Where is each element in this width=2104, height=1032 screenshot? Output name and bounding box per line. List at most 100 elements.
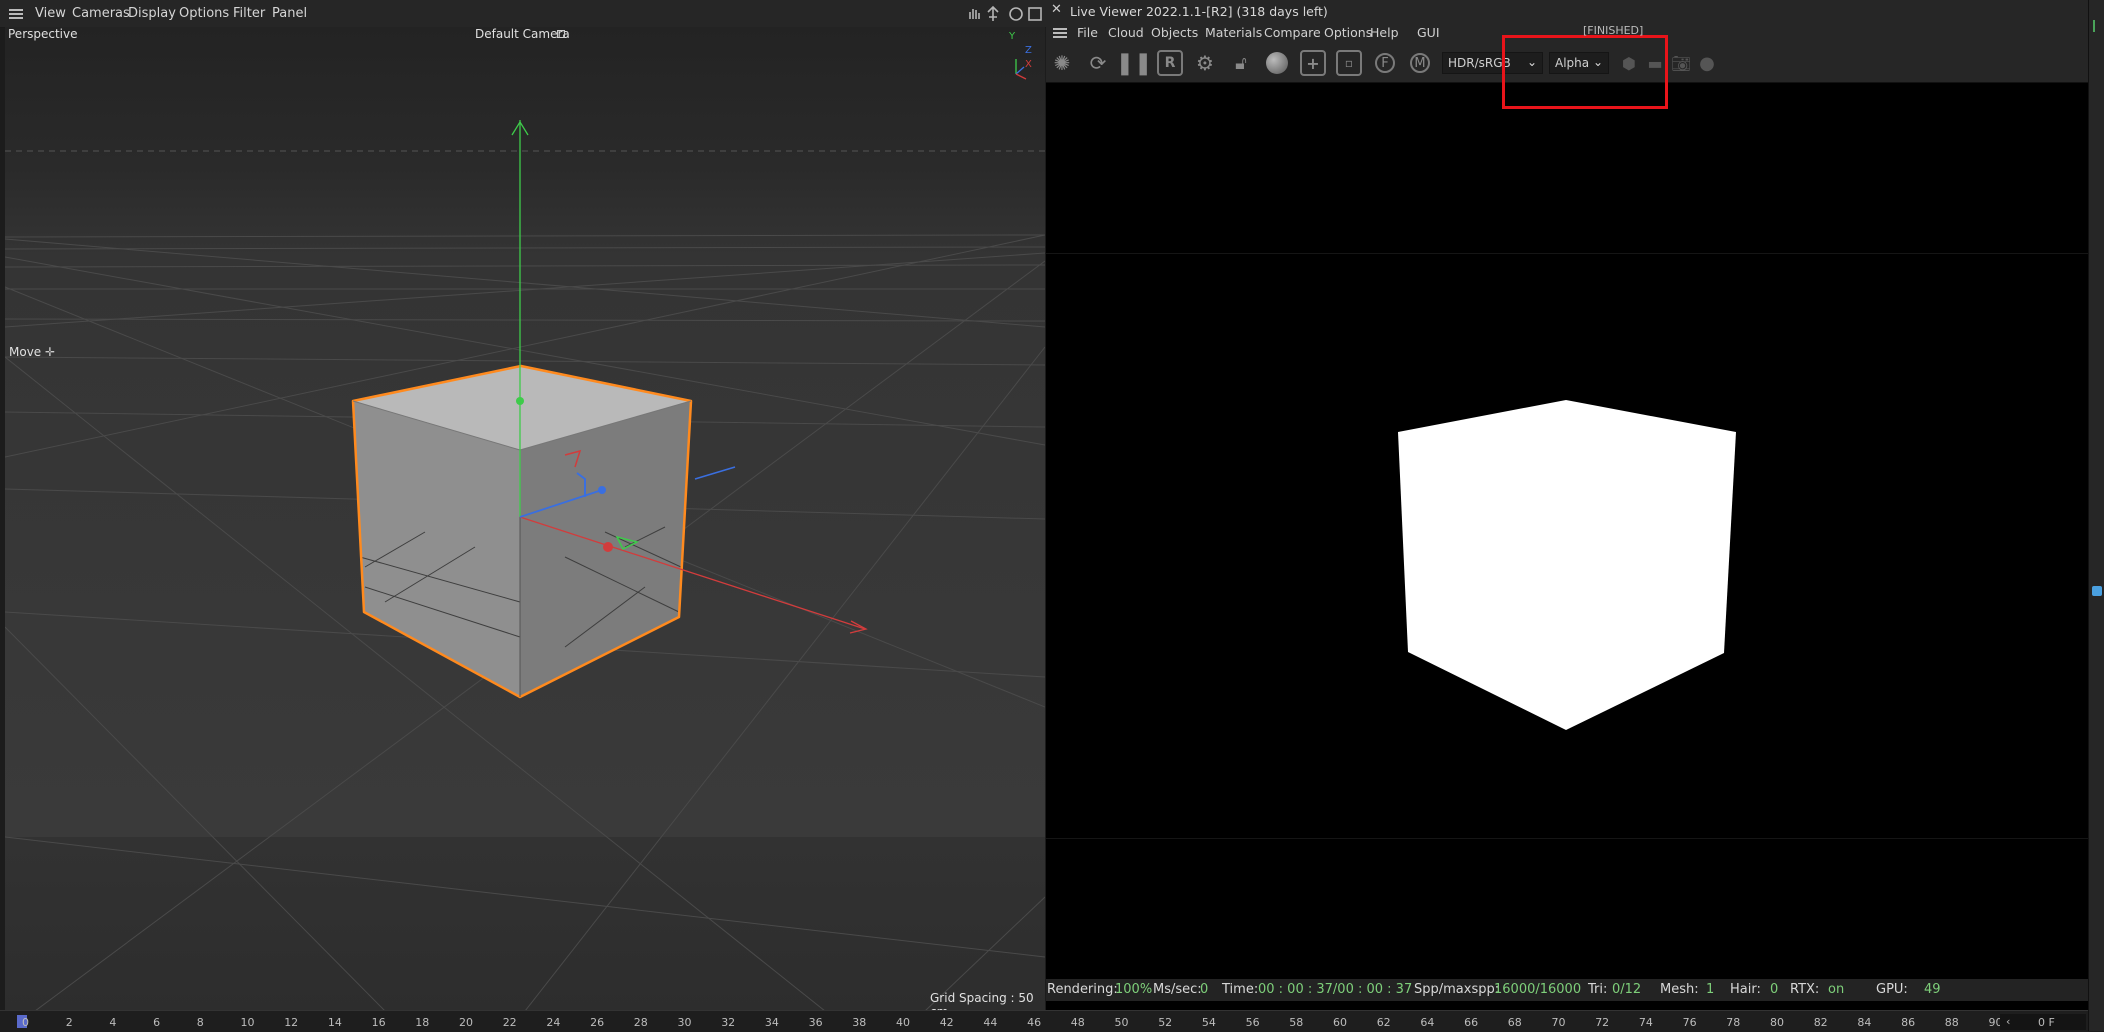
perspective-viewport[interactable]: Perspective Default Camera Y Z X Move ✛ …	[5, 27, 1045, 1011]
timeline-tick-label: 44	[983, 1016, 998, 1029]
material-picker-icon[interactable]: M	[1407, 50, 1433, 76]
rtx-label: RTX:	[1790, 982, 1820, 997]
record-icon[interactable]: ●	[1694, 50, 1720, 76]
render-canvas[interactable]	[1046, 83, 2088, 979]
timeline-tick-label: 26	[590, 1016, 605, 1029]
region-icon[interactable]: ▫	[1336, 50, 1362, 76]
menu-options[interactable]: Options	[1324, 25, 1372, 40]
viewport-menubar: View Cameras Display Options Filter Pane…	[0, 0, 1046, 28]
tri-value: 0/12	[1612, 982, 1642, 997]
timeline-tick-label: 32	[721, 1016, 736, 1029]
camera-icon[interactable]: 📷︎	[1668, 50, 1694, 76]
timeline-tick-label: 38	[852, 1016, 867, 1029]
panel-tab-icon[interactable]	[2093, 20, 2104, 32]
timeline-tick-label: 74	[1638, 1016, 1653, 1029]
timeline-tick-label: 58	[1289, 1016, 1304, 1029]
hair-label: Hair:	[1730, 982, 1761, 997]
menu-display[interactable]: Display	[128, 6, 176, 21]
spp-label: Spp/maxspp:	[1414, 982, 1500, 997]
timeline-tick-label: 82	[1813, 1016, 1828, 1029]
axis-x-label: X	[1025, 59, 1032, 70]
focus-picker-icon[interactable]: F	[1372, 50, 1398, 76]
timeline-tick-label: 42	[939, 1016, 954, 1029]
timeline-tick-label: 18	[415, 1016, 430, 1029]
hamburger-menu-icon[interactable]	[9, 9, 23, 11]
live-viewer-panel: ✕ Live Viewer 2022.1.1-[R2] (318 days le…	[1046, 0, 2088, 1031]
live-viewer-title: Live Viewer 2022.1.1-[R2] (318 days left…	[1070, 4, 1328, 19]
rendering-value: 100%	[1115, 982, 1153, 997]
timeline-tick-label: 20	[459, 1016, 473, 1029]
timeline-tick-label: 68	[1507, 1016, 1522, 1029]
gpu-label: GPU:	[1876, 982, 1908, 997]
tri-label: Tri:	[1588, 982, 1608, 997]
render-region-icon[interactable]: R	[1157, 50, 1183, 76]
lock-icon[interactable]: 🔓︎	[1228, 50, 1254, 76]
attribute-panel-edge[interactable]	[2088, 0, 2104, 1031]
move-tool-icon: ✛	[45, 345, 56, 359]
current-frame-field[interactable]: ‹ 0 F	[2000, 1014, 2086, 1030]
ms-value: 0	[1200, 982, 1209, 997]
rendering-label: Rendering:	[1047, 982, 1118, 997]
timeline-tick-label: 4	[109, 1016, 117, 1029]
gpu-value: 49	[1924, 982, 1941, 997]
maximize-view-icon	[1028, 7, 1042, 21]
timeline-tick-label: 40	[896, 1016, 910, 1029]
timeline-tick-label: 22	[502, 1016, 517, 1029]
time-label: Time:	[1222, 982, 1259, 997]
pause-icon[interactable]: ❚❚	[1116, 50, 1153, 76]
sphere-icon[interactable]	[1264, 50, 1290, 76]
timeline-tick-label: 88	[1944, 1016, 1959, 1029]
timeline-tick-label: 66	[1464, 1016, 1479, 1029]
render-status-bar: Rendering: 100% Ms/sec: 0 Time: 00 : 00 …	[1046, 979, 2088, 1001]
timeline-tick-label: 76	[1682, 1016, 1697, 1029]
camera-link-icon[interactable]	[557, 30, 565, 38]
timeline-tick-label: 70	[1551, 1016, 1566, 1029]
viewport-nav-icons[interactable]	[966, 5, 1044, 23]
projection-label[interactable]: Perspective	[8, 27, 78, 41]
grid-spacing-label: Grid Spacing : 50 cm	[930, 991, 1034, 1011]
time-value: 00 : 00 : 37/00 : 00 : 37	[1258, 982, 1413, 997]
live-viewer-titlebar: ✕ Live Viewer 2022.1.1-[R2] (318 days le…	[1046, 0, 2088, 37]
menu-view[interactable]: View	[35, 6, 66, 21]
rtx-value: on	[1828, 982, 1845, 997]
timeline-tick-label: 84	[1857, 1016, 1872, 1029]
timeline-tick-label: 10	[240, 1016, 255, 1029]
menu-help[interactable]: Help	[1370, 25, 1399, 40]
aperture-icon[interactable]: ✺	[1049, 50, 1075, 76]
menu-filter[interactable]: Filter	[233, 6, 265, 21]
scroll-left-icon[interactable]: ‹	[2006, 1015, 2010, 1028]
axis-z-label: Z	[1025, 45, 1032, 56]
add-region-icon[interactable]: +	[1300, 50, 1326, 76]
spp-value: 16000/16000	[1494, 982, 1582, 997]
refresh-icon[interactable]: ⟳	[1085, 50, 1111, 76]
timeline-tick-label: 30	[677, 1016, 692, 1029]
pan-hand-icon	[969, 9, 980, 19]
menu-panel[interactable]: Panel	[272, 6, 307, 21]
menu-gui[interactable]: GUI	[1417, 25, 1440, 40]
close-icon[interactable]: ✕	[1051, 2, 1062, 17]
menu-compare[interactable]: Compare	[1264, 25, 1321, 40]
timeline-tick-label: 46	[1027, 1016, 1042, 1029]
object-icon[interactable]	[2092, 586, 2102, 596]
camera-label[interactable]: Default Camera	[475, 27, 570, 41]
timeline-tick-label: 24	[546, 1016, 561, 1029]
menu-objects[interactable]: Objects	[1151, 25, 1198, 40]
alpha-cube-render	[1398, 400, 1736, 730]
timeline-tick-label: 0	[22, 1016, 29, 1029]
timeline-ruler[interactable]: 0 2 4 6 8 10 12 14 16 18 20 22 24 26 28 30 32 34 36 38 40 42 4…	[0, 1010, 2088, 1032]
menu-file[interactable]: File	[1077, 25, 1098, 40]
menu-options[interactable]: Options	[179, 6, 229, 21]
timeline-tick-label: 48	[1070, 1016, 1085, 1029]
menu-materials[interactable]: Materials	[1205, 25, 1262, 40]
timeline-tick-label: 60	[1333, 1016, 1347, 1029]
timeline-tick-label: 54	[1201, 1016, 1216, 1029]
menu-cameras[interactable]: Cameras	[72, 6, 130, 21]
menu-cloud[interactable]: Cloud	[1108, 25, 1144, 40]
timeline-tick-label: 64	[1420, 1016, 1435, 1029]
hamburger-menu-icon[interactable]	[1053, 28, 1067, 30]
highlight-box	[1502, 35, 1668, 109]
settings-gear-icon[interactable]: ⚙	[1192, 50, 1218, 76]
render-state-label: [FINISHED]	[1583, 24, 1644, 37]
rotate-camera-icon	[1009, 7, 1023, 21]
timeline-tick-label: 12	[284, 1016, 299, 1029]
